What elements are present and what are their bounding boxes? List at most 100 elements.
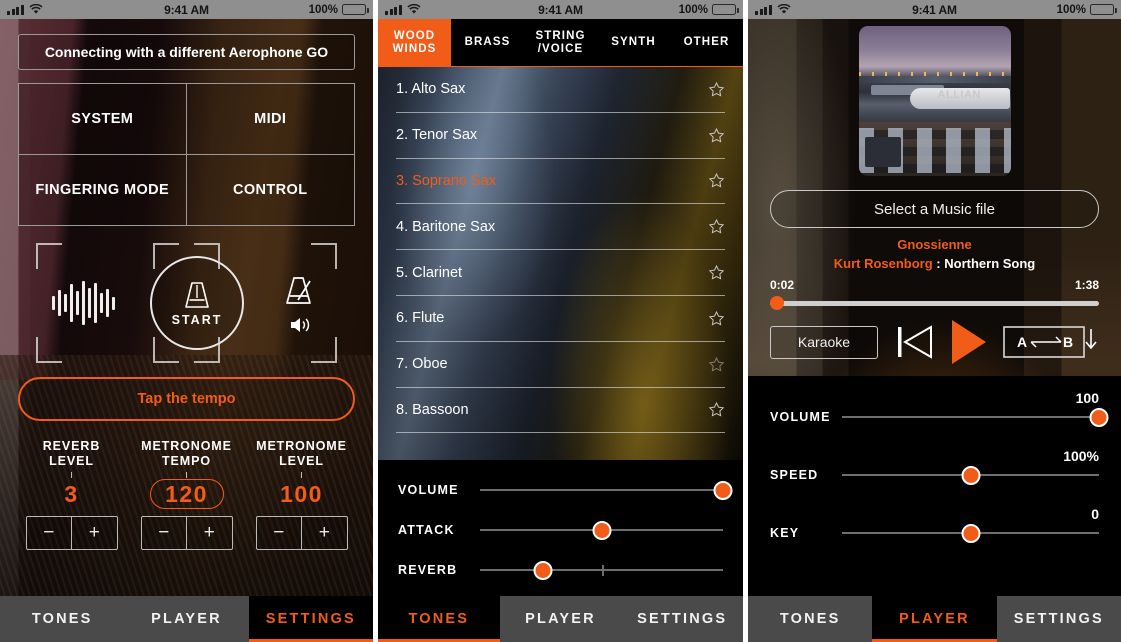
player-key-thumb[interactable]: [961, 523, 980, 543]
menu-item-fingering-mode[interactable]: FINGERING MODE: [19, 154, 187, 225]
play-icon[interactable]: [952, 320, 986, 364]
select-music-file-button[interactable]: Select a Music file: [770, 190, 1099, 228]
instrument-name: 1. Alto Sax: [396, 81, 466, 98]
metronome-sound-toggle[interactable]: [279, 272, 323, 335]
list-item[interactable]: 5. Clarinet: [396, 250, 725, 296]
player-speed-slider[interactable]: [842, 464, 1099, 486]
start-label: START: [171, 313, 223, 327]
list-item[interactable]: 2. Tenor Sax: [396, 113, 725, 159]
nav-tab-tones[interactable]: TONES: [748, 596, 873, 642]
parameter-knob-row: REVERB LEVEL 3 − + METRONOME TEMPO 120 −…: [18, 439, 355, 550]
menu-item-system[interactable]: SYSTEM: [19, 84, 187, 155]
reverb-level-control: REVERB LEVEL 3 − +: [18, 439, 125, 550]
volume-slider-row: VOLUME: [398, 470, 733, 510]
list-item[interactable]: 8. Bassoon: [396, 388, 725, 434]
metronome-level-plus-button[interactable]: +: [302, 517, 347, 549]
song-album: Northern Song: [944, 256, 1036, 271]
list-item[interactable]: 3. Soprano Sax: [396, 159, 725, 205]
volume-slider-label: VOLUME: [398, 483, 459, 497]
star-outline-icon[interactable]: [708, 127, 725, 144]
battery-icon: [342, 4, 369, 15]
star-outline-icon[interactable]: [708, 264, 725, 281]
previous-track-icon[interactable]: [895, 320, 935, 364]
tab-brass[interactable]: BRASS: [451, 19, 524, 66]
attack-slider-thumb[interactable]: [592, 520, 611, 540]
nav-tab-player[interactable]: PLAYER: [872, 596, 997, 642]
tab-wood-winds[interactable]: WOOD WINDS: [378, 19, 451, 66]
metronome-tempo-control: METRONOME TEMPO 120 − +: [133, 439, 240, 550]
metronome-icon: [286, 276, 311, 304]
tab-string-voice[interactable]: STRING/VOICE: [524, 19, 597, 66]
metronome-tempo-plus-button[interactable]: +: [187, 517, 232, 549]
metronome-start-button[interactable]: START: [150, 256, 244, 350]
menu-item-midi[interactable]: MIDI: [186, 84, 354, 155]
star-outline-icon[interactable]: [708, 81, 725, 98]
player-volume-label: VOLUME: [770, 410, 831, 424]
song-subtitle: Kurt Rosenborg : Northern Song: [748, 256, 1121, 271]
reverb-slider-thumb[interactable]: [533, 560, 553, 580]
nav-tab-player[interactable]: PLAYER: [124, 596, 249, 642]
reverb-level-plus-button[interactable]: +: [72, 517, 117, 549]
star-outline-icon[interactable]: [708, 356, 725, 373]
reverb-level-minus-button[interactable]: −: [27, 517, 72, 549]
list-item[interactable]: 7. Oboe: [396, 342, 725, 388]
menu-item-control[interactable]: CONTROL: [187, 155, 355, 226]
connect-aerophone-button[interactable]: Connecting with a different Aerophone GO: [18, 34, 355, 70]
player-volume-row: VOLUME 100: [770, 388, 1109, 446]
progress-wrapper: [748, 295, 1121, 311]
nav-tab-tones[interactable]: TONES: [378, 596, 500, 642]
nav-tab-settings[interactable]: SETTINGS: [621, 596, 743, 642]
settings-body: Connecting with a different Aerophone GO…: [0, 19, 373, 596]
karaoke-button[interactable]: Karaoke: [770, 325, 878, 359]
volume-slider-thumb[interactable]: [713, 480, 733, 500]
metronome-level-value: 100: [280, 480, 323, 507]
metronome-tempo-stepper[interactable]: − +: [140, 516, 233, 550]
metronome-section: START: [18, 243, 355, 363]
nav-tab-settings[interactable]: SETTINGS: [996, 596, 1121, 642]
waveform-icon: [52, 281, 115, 325]
metronome-tempo-minus-button[interactable]: −: [142, 517, 187, 549]
metronome-level-stepper[interactable]: − +: [255, 516, 348, 550]
star-outline-icon[interactable]: [708, 310, 725, 327]
player-key-slider[interactable]: [842, 522, 1099, 544]
tab-wood-winds-line1: WOOD: [393, 29, 436, 42]
tab-other[interactable]: OTHER: [670, 19, 743, 66]
status-bar: 9:41 AM 100%: [748, 0, 1121, 19]
star-outline-icon[interactable]: [708, 218, 725, 235]
nav-tab-tones[interactable]: TONES: [0, 596, 125, 642]
list-item[interactable]: 4. Baritone Sax: [396, 204, 725, 251]
nav-tab-player[interactable]: PLAYER: [499, 596, 622, 642]
nav-tab-settings[interactable]: SETTINGS: [248, 596, 373, 642]
attack-slider[interactable]: [480, 519, 723, 541]
category-tab-bar: WOOD WINDS BRASS STRING/VOICE SYNTH OTHER: [378, 19, 743, 67]
player-volume-thumb[interactable]: [1089, 407, 1109, 427]
playback-progress-thumb[interactable]: [769, 296, 784, 310]
player-parameter-sliders: VOLUME 100 SPEED 100% KEY 0: [748, 376, 1121, 596]
tap-tempo-button[interactable]: Tap the tempo: [18, 377, 355, 421]
transport-controls: Karaoke A B: [748, 311, 1121, 376]
star-outline-icon[interactable]: [708, 401, 725, 418]
time-total: 1:38: [1074, 278, 1099, 292]
list-item[interactable]: 1. Alto Sax: [396, 67, 725, 113]
list-item[interactable]: 6. Flute: [396, 296, 725, 342]
metronome-level-minus-button[interactable]: −: [257, 517, 302, 549]
volume-slider[interactable]: [480, 479, 733, 501]
tab-synth[interactable]: SYNTH: [597, 19, 670, 66]
panel-tones: 9:41 AM 100% WOOD WINDS BRASS STRING/VOIC…: [378, 0, 743, 642]
player-speed-label: SPEED: [770, 468, 819, 482]
reverb-slider[interactable]: [480, 559, 723, 581]
player-volume-slider[interactable]: [842, 406, 1109, 428]
reverb-slider-row: REVERB: [398, 550, 723, 590]
player-volume-value: 100: [1075, 390, 1099, 406]
instrument-name: 7. Oboe: [396, 356, 448, 373]
status-bar-right: 100%: [1057, 4, 1117, 16]
instrument-name: 2. Tenor Sax: [396, 127, 478, 144]
ab-loop-icon[interactable]: A B: [1003, 325, 1099, 359]
instrument-list: 1. Alto Sax 2. Tenor Sax 3. Soprano Sax …: [378, 67, 743, 460]
svg-text:B: B: [1063, 334, 1073, 350]
star-outline-icon[interactable]: [708, 172, 725, 189]
reverb-level-stepper[interactable]: − +: [25, 516, 118, 550]
playback-progress-bar[interactable]: [769, 295, 1099, 311]
player-speed-thumb[interactable]: [961, 465, 980, 485]
bottom-nav-settings: TONES PLAYER SETTINGS: [0, 596, 373, 642]
